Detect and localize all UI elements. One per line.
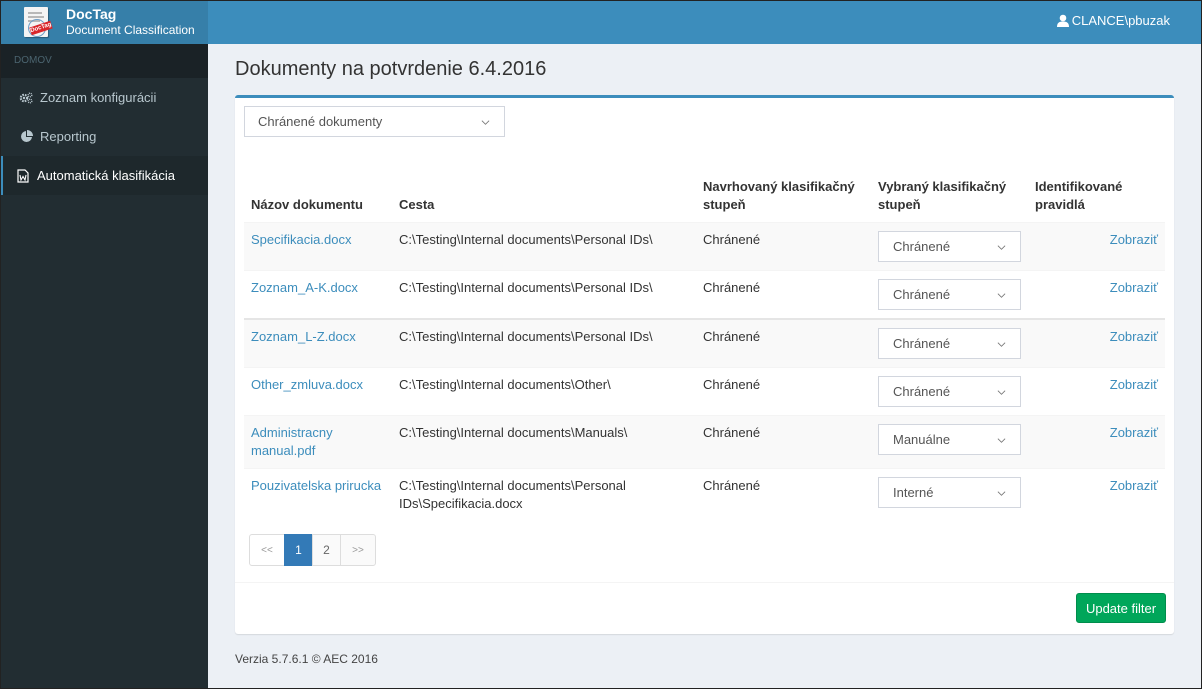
logo[interactable]: DocTag DocTag Document Classification [0, 0, 208, 44]
chevron-down-icon [997, 490, 1006, 496]
top-navbar: CLANCE\pbuzak [208, 0, 1202, 44]
table-row: Zoznam_A-K.docx C:\Testing\Internal docu… [244, 270, 1165, 319]
classification-select[interactable]: Chránené [878, 376, 1021, 407]
doctag-logo-icon: DocTag [22, 5, 53, 39]
document-filter-select[interactable]: Chránené dokumenty [244, 106, 505, 137]
table-row: Administracny manual.pdf C:\Testing\Inte… [244, 415, 1165, 469]
document-link[interactable]: Pouzivatelska prirucka [251, 478, 381, 493]
user-menu[interactable]: CLANCE\pbuzak [1056, 13, 1170, 28]
sidebar-item-auto-classification[interactable]: Automatická klasifikácia [0, 156, 208, 195]
sidebar-item-label: Zoznam konfigurácii [40, 90, 157, 105]
document-path: C:\Testing\Internal documents\Other\ [392, 367, 696, 416]
proposed-level: Chránené [696, 367, 871, 416]
show-rules-link[interactable]: Zobraziť [1110, 377, 1158, 392]
pagination-prev-button[interactable]: << [249, 534, 285, 566]
document-path: C:\Testing\Internal documents\Personal I… [392, 468, 696, 521]
pagination-page-2[interactable]: 2 [312, 534, 341, 566]
document-path: C:\Testing\Internal documents\Personal I… [392, 222, 696, 271]
sidebar-item-configurations[interactable]: Zoznam konfigurácii [0, 78, 208, 117]
show-rules-link[interactable]: Zobraziť [1110, 280, 1158, 295]
table-row: Pouzivatelska prirucka C:\Testing\Intern… [244, 468, 1165, 521]
sidebar: DocTag DocTag Document Classification DO… [0, 0, 208, 689]
word-file-icon [16, 168, 30, 183]
table-header-row: Názov dokumentu Cesta Navrhovaný klasifi… [244, 178, 1165, 223]
document-path: C:\Testing\Internal documents\Personal I… [392, 270, 696, 319]
document-link[interactable]: Zoznam_L-Z.docx [251, 329, 356, 344]
classification-select[interactable]: Chránené [878, 328, 1021, 359]
version-footer: Verzia 5.7.6.1 © AEC 2016 [235, 652, 378, 666]
proposed-level: Chránené [696, 222, 871, 271]
show-rules-link[interactable]: Zobraziť [1110, 478, 1158, 493]
sidebar-item-reporting[interactable]: Reporting [0, 117, 208, 156]
document-link[interactable]: Specifikacia.docx [251, 232, 351, 247]
column-header-selected: Vybraný klasifikačný stupeň [878, 179, 1007, 212]
documents-panel: Chránené dokumenty Názov dokumentu Cesta… [235, 95, 1174, 634]
proposed-level: Chránené [696, 318, 871, 368]
chevron-down-icon [997, 244, 1006, 250]
chevron-down-icon [481, 119, 490, 125]
pagination-page-1[interactable]: 1 [284, 534, 313, 566]
column-header-rules: Identifikované pravidlá [1035, 179, 1123, 212]
column-header-proposed: Navrhovaný klasifikačný stupeň [703, 179, 855, 212]
pagination: << 1 2 >> [249, 534, 376, 566]
chevron-down-icon [997, 292, 1006, 298]
sidebar-item-label: Reporting [40, 129, 97, 144]
table-row: Other_zmluva.docx C:\Testing\Internal do… [244, 367, 1165, 416]
filter-selected-value: Chránené dokumenty [258, 114, 383, 129]
document-path: C:\Testing\Internal documents\Manuals\ [392, 415, 696, 469]
user-icon [1056, 14, 1069, 27]
sidebar-item-label: Automatická klasifikácia [37, 168, 175, 183]
document-link[interactable]: Zoznam_A-K.docx [251, 280, 358, 295]
classification-select[interactable]: Interné [878, 477, 1021, 508]
panel-footer: Update filter [235, 582, 1174, 634]
pagination-next-button[interactable]: >> [340, 534, 376, 566]
show-rules-link[interactable]: Zobraziť [1110, 425, 1158, 440]
user-name: CLANCE\pbuzak [1071, 13, 1170, 28]
documents-table: Názov dokumentu Cesta Navrhovaný klasifi… [244, 178, 1165, 521]
chevron-down-icon [997, 341, 1006, 347]
classification-select[interactable]: Chránené [878, 279, 1021, 310]
gears-icon [19, 91, 33, 105]
document-link[interactable]: Other_zmluva.docx [251, 377, 363, 392]
brand-name: DocTag [66, 6, 117, 22]
classification-select[interactable]: Manuálne [878, 424, 1021, 455]
page-title: Dokumenty na potvrdenie 6.4.2016 [235, 58, 547, 80]
pie-chart-icon [19, 130, 33, 144]
proposed-level: Chránené [696, 468, 871, 521]
proposed-level: Chránené [696, 415, 871, 469]
update-filter-button[interactable]: Update filter [1076, 593, 1166, 623]
document-link[interactable]: Administracny manual.pdf [251, 425, 333, 458]
column-header-name: Názov dokumentu [251, 197, 363, 212]
table-row: Zoznam_L-Z.docx C:\Testing\Internal docu… [244, 318, 1165, 368]
chevron-down-icon [997, 389, 1006, 395]
proposed-level: Chránené [696, 270, 871, 319]
table-row: Specifikacia.docx C:\Testing\Internal do… [244, 222, 1165, 271]
column-header-path: Cesta [399, 197, 435, 212]
show-rules-link[interactable]: Zobraziť [1110, 232, 1158, 247]
document-path: C:\Testing\Internal documents\Personal I… [392, 318, 696, 368]
brand-subtitle: Document Classification [66, 23, 195, 37]
sidebar-section-header: DOMOV [0, 44, 208, 78]
show-rules-link[interactable]: Zobraziť [1110, 329, 1158, 344]
classification-select[interactable]: Chránené [878, 231, 1021, 262]
chevron-down-icon [997, 437, 1006, 443]
